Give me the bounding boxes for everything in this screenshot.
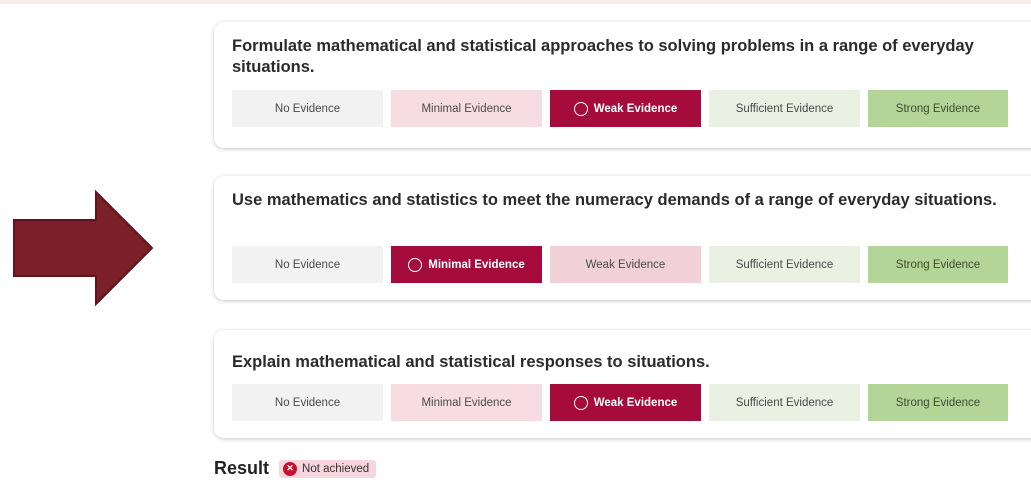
criterion-title: Use mathematics and statistics to meet t…: [232, 191, 997, 209]
criterion-title: Formulate mathematical and statistical a…: [232, 37, 974, 76]
option-no-evidence[interactable]: No Evidence: [232, 384, 383, 421]
radio-circle-icon: [573, 101, 588, 116]
criterion-card-3: Explain mathematical and statistical res…: [214, 330, 1031, 438]
right-arrow-icon: [13, 190, 154, 306]
option-label: Weak Evidence: [593, 396, 678, 409]
criterion-title: Explain mathematical and statistical res…: [232, 353, 710, 371]
option-weak-evidence-selected[interactable]: Weak Evidence: [550, 384, 701, 421]
option-label: Sufficient Evidence: [735, 396, 834, 409]
option-label: Minimal Evidence: [421, 396, 512, 409]
radio-circle-icon: [408, 257, 423, 272]
evidence-scale: No Evidence Minimal Evidence Weak Eviden…: [232, 384, 1008, 421]
option-weak-evidence-selected[interactable]: Weak Evidence: [550, 90, 701, 127]
status-badge: ✕ Not achieved: [279, 459, 377, 478]
option-strong-evidence[interactable]: Strong Evidence: [868, 90, 1008, 127]
option-label: Weak Evidence: [585, 258, 666, 271]
option-label: No Evidence: [274, 258, 341, 271]
option-label: Strong Evidence: [895, 396, 981, 409]
evidence-scale: No Evidence Minimal Evidence Weak Eviden…: [232, 246, 1008, 283]
option-minimal-evidence[interactable]: Minimal Evidence: [391, 90, 542, 127]
result-row: Result ✕ Not achieved: [214, 458, 377, 479]
option-no-evidence[interactable]: No Evidence: [232, 90, 383, 127]
top-strip: [0, 0, 1031, 4]
option-weak-evidence[interactable]: Weak Evidence: [550, 246, 701, 283]
option-sufficient-evidence[interactable]: Sufficient Evidence: [709, 246, 860, 283]
result-label: Result: [214, 458, 270, 478]
option-sufficient-evidence[interactable]: Sufficient Evidence: [709, 90, 860, 127]
option-label: Sufficient Evidence: [735, 258, 834, 271]
arrow-shape: [13, 190, 154, 306]
evidence-scale: No Evidence Minimal Evidence Weak Eviden…: [232, 90, 1008, 127]
option-no-evidence[interactable]: No Evidence: [232, 246, 383, 283]
option-label: Strong Evidence: [895, 102, 981, 115]
criterion-card-1: Formulate mathematical and statistical a…: [214, 22, 1031, 148]
option-minimal-evidence[interactable]: Minimal Evidence: [391, 384, 542, 421]
criterion-card-2: Use mathematics and statistics to meet t…: [214, 176, 1031, 300]
x-circle-icon: ✕: [283, 461, 298, 476]
option-label: No Evidence: [274, 102, 341, 115]
option-label: Weak Evidence: [593, 102, 678, 115]
option-minimal-evidence-selected[interactable]: Minimal Evidence: [391, 246, 542, 283]
option-strong-evidence[interactable]: Strong Evidence: [868, 384, 1008, 421]
radio-circle-icon: [573, 395, 588, 410]
option-label: No Evidence: [274, 396, 341, 409]
option-label: Sufficient Evidence: [735, 102, 834, 115]
option-strong-evidence[interactable]: Strong Evidence: [868, 246, 1008, 283]
option-label: Minimal Evidence: [428, 258, 525, 271]
option-label: Minimal Evidence: [421, 102, 512, 115]
option-sufficient-evidence[interactable]: Sufficient Evidence: [709, 384, 860, 421]
status-text: Not achieved: [302, 462, 370, 475]
option-label: Strong Evidence: [895, 258, 981, 271]
